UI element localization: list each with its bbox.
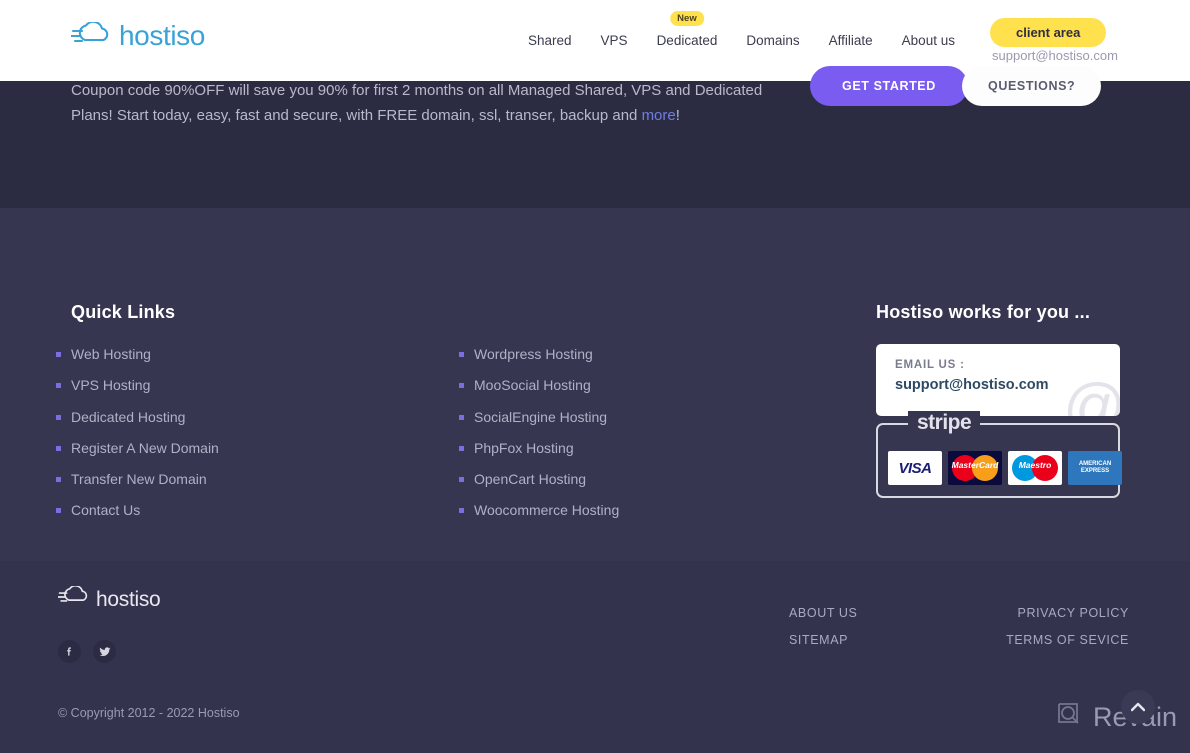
footer-link-terms-of-service[interactable]: TERMS OF SEVICE [959, 633, 1129, 647]
email-us-label: EMAIL US : [895, 359, 965, 371]
mastercard-icon: MasterCard [948, 451, 1002, 485]
facebook-icon[interactable] [58, 640, 81, 663]
page-root: hostiso Shared VPS New Dedicated Domains… [0, 0, 1190, 753]
copyright-text: © Copyright 2012 - 2022 Hostiso [58, 706, 240, 720]
footer-links-column-1: Web Hosting VPS Hosting Dedicated Hostin… [56, 346, 219, 534]
cloud-speed-icon [71, 22, 117, 50]
nav-item-label: Affiliate [828, 33, 873, 48]
promo-line-1: Coupon code 90%OFF will save you 90% for… [71, 82, 691, 99]
promo-more-link[interactable]: more [642, 107, 676, 124]
revain-watermark: Revain [1055, 700, 1177, 735]
logo-wordmark: hostiso [119, 20, 205, 51]
list-item[interactable]: Wordpress Hosting [459, 346, 619, 362]
at-watermark-icon: @ [1063, 372, 1120, 417]
social-links [58, 640, 116, 663]
card-logos-row: VISA MasterCard Maestro AMERICAN EXPRESS [888, 451, 1122, 485]
list-item[interactable]: OpenCart Hosting [459, 471, 619, 487]
list-item[interactable]: SocialEngine Hosting [459, 409, 619, 425]
client-area-button[interactable]: client area [990, 18, 1107, 47]
nav-item-vps[interactable]: VPS [601, 33, 628, 48]
nav-item-label: Dedicated [656, 33, 718, 48]
nav-item-label: About us [901, 33, 955, 48]
questions-button[interactable]: QUESTIONS? [962, 66, 1102, 106]
list-item[interactable]: Register A New Domain [56, 440, 219, 456]
footer-links-column-2: Wordpress Hosting MooSocial Hosting Soci… [459, 346, 619, 534]
visa-icon: VISA [888, 451, 942, 485]
promo-message: Coupon code 90%OFF will save you 90% for… [71, 78, 771, 128]
payment-methods-card: stripe VISA MasterCard Maestro AMERICAN E… [876, 411, 1122, 498]
nav-item-label: Shared [528, 33, 572, 48]
promo-line-2-end: ! [675, 107, 680, 124]
promo-banner: Coupon code 90%OFF will save you 90% for… [0, 66, 1190, 208]
nav-item-shared[interactable]: Shared [528, 33, 572, 48]
footer-link-sitemap[interactable]: SITEMAP [789, 633, 959, 647]
maestro-icon: Maestro [1008, 451, 1062, 485]
footer-main: Quick Links Web Hosting VPS Hosting Dedi… [0, 208, 1190, 561]
list-item[interactable]: Web Hosting [56, 346, 219, 362]
quick-links-title: Quick Links [71, 302, 176, 322]
nav-item-domains[interactable]: Domains [746, 33, 799, 48]
nav-item-label: Domains [746, 33, 800, 48]
cloud-speed-icon [57, 585, 94, 613]
list-item[interactable]: Woocommerce Hosting [459, 502, 619, 518]
scroll-to-top-button[interactable] [1121, 690, 1155, 724]
list-item[interactable]: Transfer New Domain [56, 471, 219, 487]
site-logo[interactable]: hostiso [71, 22, 205, 50]
footer-bottom: hostiso ABOUT US PRIVACY POLICY SITEMAP … [0, 561, 1190, 753]
stripe-label: stripe [908, 411, 981, 435]
list-item[interactable]: VPS Hosting [56, 377, 219, 393]
nav-item-about-us[interactable]: About us [902, 33, 955, 48]
get-started-button[interactable]: GET STARTED [810, 66, 968, 106]
list-item[interactable]: Contact Us [56, 502, 219, 518]
list-item[interactable]: Dedicated Hosting [56, 409, 219, 425]
footer-support-email[interactable]: support@hostiso.com [895, 377, 1049, 393]
footer-logo[interactable]: hostiso [57, 585, 161, 613]
nav-item-label: VPS [600, 33, 628, 48]
amex-icon: AMERICAN EXPRESS [1068, 451, 1122, 485]
nav-item-affiliate[interactable]: Affiliate [829, 33, 873, 48]
footer-link-about-us[interactable]: ABOUT US [789, 606, 959, 620]
footer-link-privacy-policy[interactable]: PRIVACY POLICY [959, 606, 1129, 620]
works-for-you-title: Hostiso works for you ... [876, 302, 1091, 322]
nav-item-dedicated[interactable]: New Dedicated [656, 11, 718, 48]
chevron-up-icon [1130, 700, 1146, 715]
email-us-card[interactable]: @ EMAIL US : support@hostiso.com [876, 344, 1120, 416]
footer-bottom-links: ABOUT US PRIVACY POLICY SITEMAP TERMS OF… [789, 606, 1129, 647]
header-support-email[interactable]: support@hostiso.com [992, 48, 1118, 63]
twitter-icon[interactable] [93, 640, 116, 663]
list-item[interactable]: MooSocial Hosting [459, 377, 619, 393]
footer-logo-wordmark: hostiso [96, 588, 161, 611]
revain-logo-icon [1055, 700, 1085, 735]
main-nav: Shared VPS New Dedicated Domains Affilia… [528, 11, 955, 48]
new-badge: New [670, 11, 704, 26]
list-item[interactable]: PhpFox Hosting [459, 440, 619, 456]
